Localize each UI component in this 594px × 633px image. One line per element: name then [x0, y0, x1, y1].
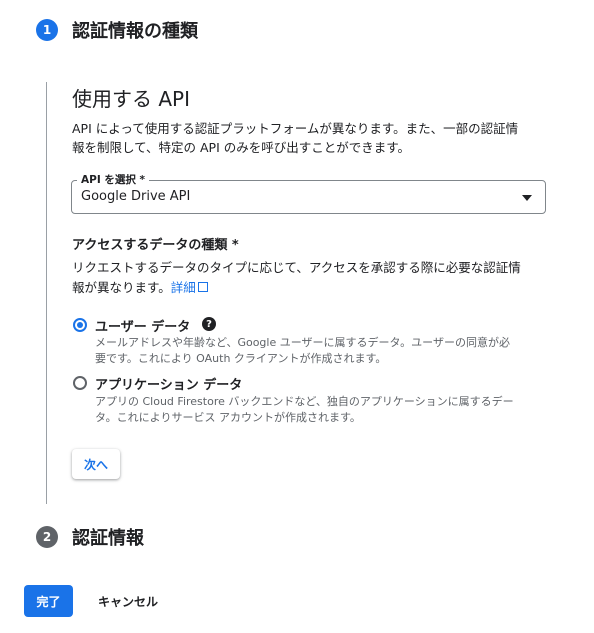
option-user-data-desc-line2: 要です。これにより OAuth クライアントが作成されます。 — [95, 352, 387, 365]
step-1-title: 認証情報の種類 — [72, 21, 198, 42]
step-2-title: 認証情報 — [72, 528, 144, 549]
data-type-desc-line1: リクエストするデータのタイプに応じて、アクセスを承認する際に必要な認証情 — [72, 260, 521, 275]
option-application-data-desc-line2: タ。これによりサービス アカウントが作成されます。 — [95, 411, 361, 424]
external-link-icon — [197, 282, 208, 292]
step-2-badge: 2 — [36, 526, 58, 548]
step-1-number: 1 — [42, 23, 52, 37]
step-1-badge: 1 — [36, 19, 58, 41]
help-icon-glyph: ? — [206, 318, 212, 330]
section-title: 使用する API — [72, 87, 190, 111]
api-select-label: API を選択 * — [77, 172, 150, 187]
api-select-value[interactable]: Google Drive API — [81, 189, 190, 204]
cancel-button[interactable]: キャンセル — [90, 585, 166, 617]
learn-more-label: 詳細 — [170, 280, 196, 295]
help-icon[interactable]: ? — [202, 317, 216, 331]
data-type-desc-line2: 報が異なります。 — [72, 280, 171, 295]
step-2-number: 2 — [42, 530, 52, 544]
data-type-heading: アクセスするデータの種類 * — [72, 238, 239, 253]
step-connector-line — [46, 82, 47, 504]
radio-application-data[interactable] — [73, 376, 87, 390]
section-desc-line2: 報を制限して、特定の API のみを呼び出すことができます。 — [72, 140, 410, 155]
radio-user-data[interactable] — [73, 318, 87, 332]
option-user-data-label[interactable]: ユーザー データ — [95, 316, 190, 335]
next-button[interactable]: 次へ — [72, 449, 120, 479]
learn-more-link[interactable]: 詳細 — [171, 280, 208, 295]
dropdown-arrow-icon[interactable] — [522, 195, 532, 201]
option-application-data-label[interactable]: アプリケーション データ — [95, 374, 242, 393]
done-button[interactable]: 完了 — [24, 585, 73, 617]
